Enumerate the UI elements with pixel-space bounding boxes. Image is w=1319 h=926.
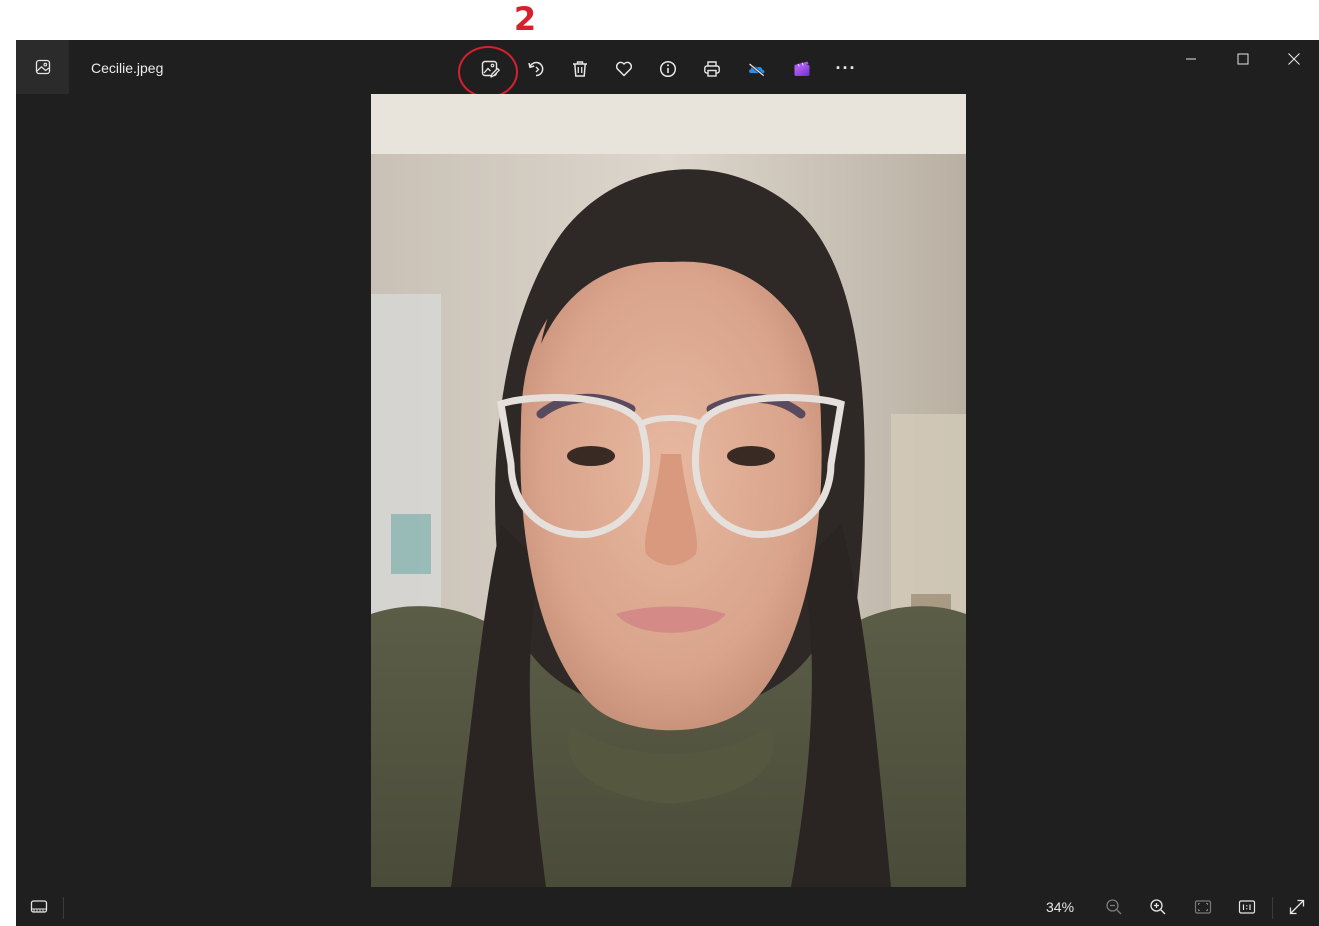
actual-size-button[interactable]	[1234, 895, 1260, 919]
clipchamp-icon	[794, 61, 810, 76]
maximize-button[interactable]	[1220, 40, 1266, 78]
bottom-bar-divider	[63, 897, 64, 919]
printer-icon	[704, 61, 720, 77]
full-screen-icon	[1289, 899, 1305, 915]
actual-size-icon	[1238, 900, 1256, 914]
onedrive-off-icon	[748, 63, 765, 77]
zoom-in-icon	[1150, 899, 1166, 915]
zoom-out-button[interactable]	[1101, 895, 1127, 919]
clipchamp-button[interactable]	[786, 53, 818, 85]
annotation-step-number: 2	[513, 0, 537, 38]
bottom-bar-divider-right	[1272, 897, 1273, 919]
trash-icon	[573, 61, 587, 77]
title-bar: Cecilie.jpeg ···	[16, 40, 1319, 98]
zoom-level: 34%	[1046, 899, 1075, 915]
delete-button[interactable]	[564, 53, 596, 85]
filmstrip-button[interactable]	[26, 895, 52, 919]
info-icon	[659, 60, 677, 78]
close-button[interactable]	[1271, 40, 1317, 78]
heart-icon	[615, 61, 633, 77]
rotate-button[interactable]	[520, 53, 552, 85]
photo-canvas[interactable]	[371, 94, 966, 887]
rotate-icon	[528, 61, 544, 77]
maximize-icon	[1237, 53, 1249, 65]
portrait-photo	[371, 94, 966, 887]
bottom-bar: 34%	[16, 887, 1319, 926]
favorite-button[interactable]	[608, 53, 640, 85]
zoom-out-icon	[1106, 899, 1122, 915]
print-button[interactable]	[696, 53, 728, 85]
filmstrip-icon	[30, 900, 48, 913]
fit-to-window-button[interactable]	[1190, 895, 1216, 919]
minimize-button[interactable]	[1168, 40, 1214, 78]
info-button[interactable]	[652, 53, 684, 85]
photos-app-window: Cecilie.jpeg ··· 34%	[16, 40, 1319, 926]
app-icon-button[interactable]	[16, 40, 69, 94]
annotation-highlight-circle	[458, 46, 518, 98]
file-name: Cecilie.jpeg	[91, 60, 164, 76]
more-icon: ···	[835, 57, 857, 78]
zoom-in-button[interactable]	[1145, 895, 1171, 919]
onedrive-button[interactable]	[741, 53, 773, 85]
photos-app-icon	[35, 59, 50, 75]
more-options-button[interactable]: ···	[830, 53, 862, 85]
close-icon	[1288, 53, 1300, 65]
fit-to-window-icon	[1194, 900, 1212, 914]
minimize-icon	[1186, 58, 1196, 60]
full-screen-button[interactable]	[1284, 895, 1310, 919]
